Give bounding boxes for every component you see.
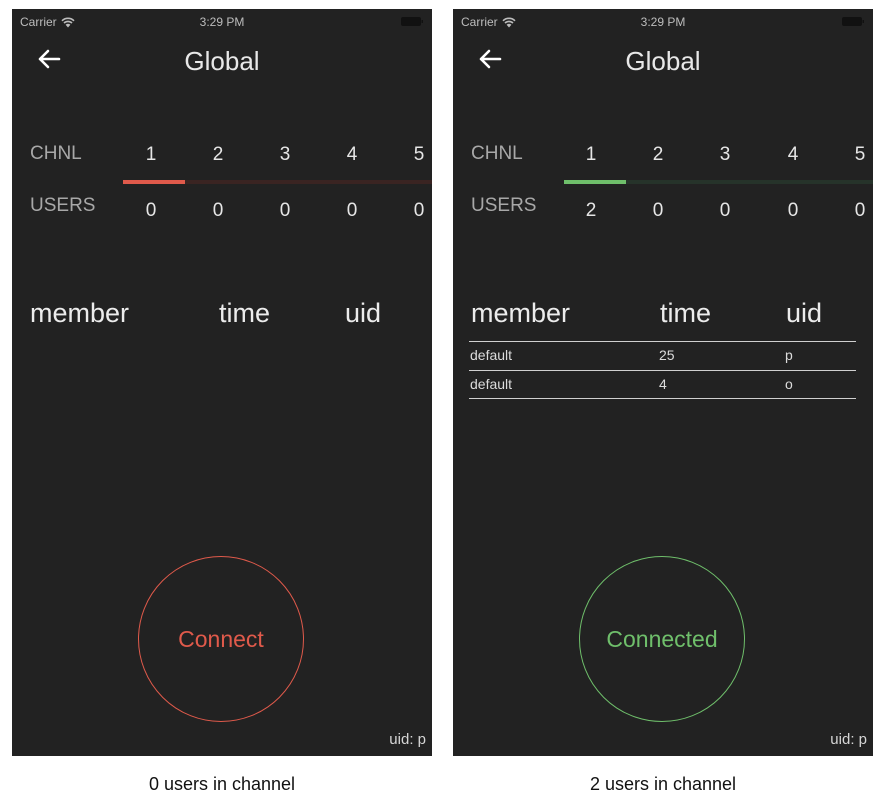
connected-button[interactable]: Connected [579, 556, 745, 722]
channel-tab-5[interactable]: 5 [840, 144, 873, 166]
status-time: 3:29 PM [640, 15, 686, 29]
cell-member: default [470, 347, 513, 363]
channel-tab-5[interactable]: 5 [399, 144, 432, 166]
channel-tab-indicator [123, 180, 185, 184]
channel-tab-2[interactable]: 2 [638, 144, 678, 166]
cell-member: default [470, 376, 513, 392]
header-time: time [660, 298, 712, 328]
header-member: member [30, 298, 130, 328]
users-label: USERS [471, 195, 537, 216]
uid-footer: uid: p [830, 731, 867, 748]
user-count-1: 0 [145, 200, 157, 221]
channel-tab-2[interactable]: 2 [198, 144, 238, 166]
page-title: Global [184, 46, 260, 76]
channel-tab-1[interactable]: 1 [571, 144, 611, 166]
connect-button[interactable]: Connect [138, 556, 304, 722]
header-member: member [471, 298, 571, 328]
status-bar: Carrier 3:29 PM [12, 9, 432, 33]
user-count-3: 0 [279, 200, 291, 221]
channel-tab-3[interactable]: 3 [705, 144, 745, 166]
channel-tab-4[interactable]: 4 [332, 144, 372, 166]
cell-time: 4 [659, 376, 667, 392]
table-row: default 4 o [469, 371, 856, 399]
users-label: USERS [30, 195, 96, 216]
caption-left: 0 users in channel [148, 774, 296, 794]
status-bar: Carrier 3:29 PM [453, 9, 873, 33]
user-count-5: 0 [413, 200, 425, 221]
user-count-2: 0 [212, 200, 224, 221]
user-count-1: 2 [585, 200, 597, 221]
caption-right: 2 users in channel [589, 774, 737, 794]
user-count-4: 0 [787, 200, 799, 221]
user-count-4: 0 [346, 200, 358, 221]
user-count-3: 0 [719, 200, 731, 221]
cell-time: 25 [659, 347, 675, 363]
battery-icon [842, 17, 864, 26]
chnl-label: CHNL [30, 143, 82, 164]
header-time: time [219, 298, 271, 328]
channel-tab-indicator [564, 180, 626, 184]
battery-icon [401, 17, 423, 26]
user-count-2: 0 [652, 200, 664, 221]
table-row: default 25 p [469, 342, 856, 370]
header-uid: uid [786, 298, 823, 328]
phone-screen-disconnected: Carrier 3:29 PM Global CHNL 1 2 3 4 5 US… [12, 9, 432, 756]
page-title: Global [625, 46, 701, 76]
chnl-label: CHNL [471, 143, 523, 164]
table-divider [469, 398, 856, 399]
cell-uid: p [785, 347, 793, 363]
header-uid: uid [345, 298, 382, 328]
phone-screen-connected: Carrier 3:29 PM Global CHNL 1 2 3 4 5 US… [453, 9, 873, 756]
user-count-5: 0 [854, 200, 866, 221]
cell-uid: o [785, 376, 793, 392]
status-time: 3:29 PM [199, 15, 245, 29]
uid-footer: uid: p [389, 731, 426, 748]
channel-tab-1[interactable]: 1 [131, 144, 171, 166]
channel-tab-3[interactable]: 3 [265, 144, 305, 166]
channel-tab-4[interactable]: 4 [773, 144, 813, 166]
